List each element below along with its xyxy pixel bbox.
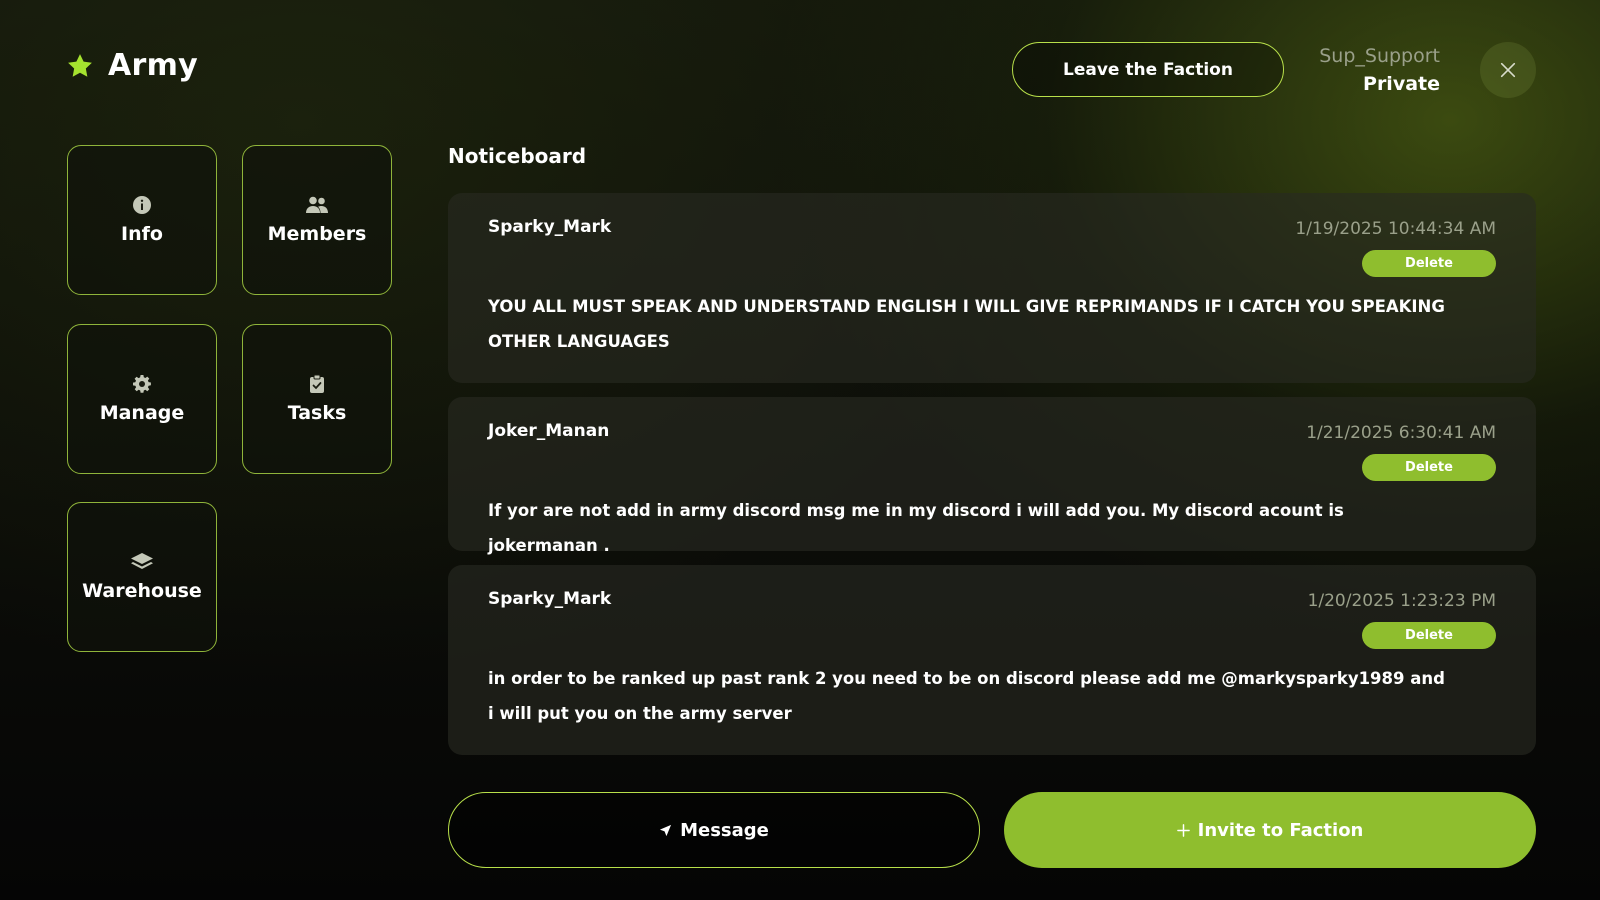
delete-notice-button[interactable]: Delete (1362, 454, 1496, 481)
sidebar-item-members[interactable]: Members (242, 145, 392, 295)
faction-panel: Army Leave the Faction Sup_Support Priva… (0, 0, 1600, 900)
star-icon (68, 53, 92, 77)
faction-header: Army (66, 48, 198, 83)
send-icon (660, 824, 672, 836)
sidebar-item-label: Tasks (287, 402, 347, 424)
delete-notice-button[interactable]: Delete (1362, 250, 1496, 277)
message-button-label: Message (680, 819, 769, 841)
sidebar-item-label: Warehouse (82, 580, 202, 602)
gear-icon (133, 375, 151, 393)
notice-list: Sparky_Mark 1/19/2025 10:44:34 AM Delete… (448, 193, 1536, 769)
sidebar-item-info[interactable]: Info (67, 145, 217, 295)
leave-faction-button[interactable]: Leave the Faction (1012, 42, 1284, 97)
noticeboard-title: Noticeboard (448, 144, 587, 168)
notice-time: 1/20/2025 1:23:23 PM (1307, 591, 1496, 611)
members-icon (306, 196, 328, 213)
plus-icon (1176, 823, 1190, 837)
close-icon (1500, 62, 1516, 78)
layers-icon (131, 553, 153, 569)
info-icon (133, 196, 151, 214)
sidebar-item-label: Members (267, 223, 367, 245)
invite-to-faction-button[interactable]: Invite to Faction (1004, 792, 1536, 868)
close-button[interactable] (1480, 42, 1536, 98)
message-button[interactable]: Message (448, 792, 980, 868)
clipboard-icon (310, 374, 324, 393)
notice-message: in order to be ranked up past rank 2 you… (488, 669, 1445, 723)
sidebar-item-label: Manage (99, 402, 185, 424)
notice-item: Sparky_Mark 1/20/2025 1:23:23 PM Delete … (448, 565, 1536, 755)
sidebar-item-label: Info (121, 223, 163, 245)
notice-message: YOU ALL MUST SPEAK AND UNDERSTAND ENGLIS… (488, 297, 1445, 351)
user-name: Sup_Support (1319, 45, 1440, 67)
notice-item: Joker_Manan 1/21/2025 6:30:41 AM Delete … (448, 397, 1536, 555)
delete-notice-button[interactable]: Delete (1362, 622, 1496, 649)
notice-time: 1/21/2025 6:30:41 AM (1306, 423, 1496, 443)
user-info: Sup_Support Private (1319, 42, 1440, 98)
notice-item: Sparky_Mark 1/19/2025 10:44:34 AM Delete… (448, 193, 1536, 383)
faction-title: Army (108, 48, 199, 83)
sidebar-item-warehouse[interactable]: Warehouse (67, 502, 217, 652)
user-rank: Private (1363, 73, 1440, 95)
sidebar-item-tasks[interactable]: Tasks (242, 324, 392, 474)
sidebar-item-manage[interactable]: Manage (67, 324, 217, 474)
notice-time: 1/19/2025 10:44:34 AM (1295, 219, 1496, 239)
invite-button-label: Invite to Faction (1197, 819, 1364, 841)
notice-message: If yor are not add in army discord msg m… (488, 501, 1344, 555)
